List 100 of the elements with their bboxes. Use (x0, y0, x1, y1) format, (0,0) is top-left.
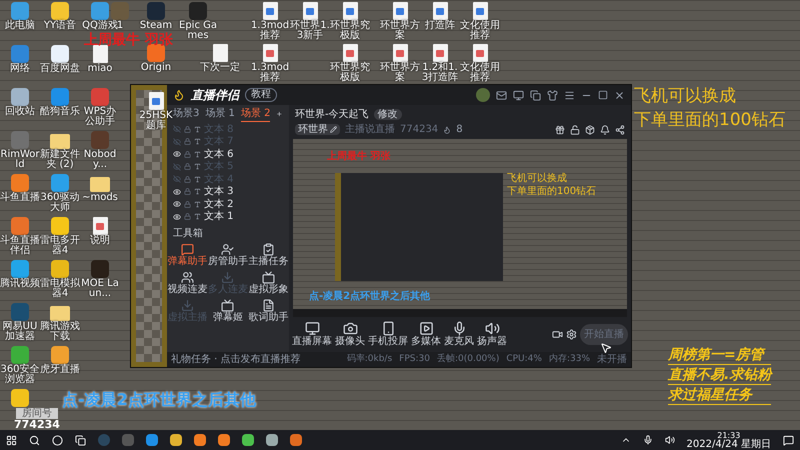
shirt-icon[interactable] (547, 90, 558, 100)
gift-icon[interactable] (555, 124, 565, 134)
download-icon (180, 299, 194, 312)
source-button[interactable]: 直播屏幕 (292, 321, 332, 348)
users-icon (180, 271, 194, 284)
layer-item[interactable]: 文本 1 (167, 210, 289, 223)
app-icon[interactable] (194, 434, 206, 446)
record-icon[interactable] (552, 329, 563, 340)
document-icon[interactable] (262, 2, 278, 20)
document-icon[interactable] (432, 44, 448, 62)
tool-button[interactable]: 虚拟形象 (248, 271, 289, 296)
lock-icon[interactable] (184, 188, 191, 196)
edit-button[interactable]: 修改 (374, 109, 402, 120)
task-view-icon[interactable] (75, 434, 86, 446)
app-icon[interactable] (51, 45, 69, 63)
icon-label: 环世界方案 (380, 63, 420, 83)
icon-label: WPS办公助手 (82, 107, 118, 127)
document-icon[interactable] (148, 92, 164, 110)
icon-label: 新建文件夹 (2) (40, 150, 80, 170)
clock[interactable]: 21:33 2022/4/24 星期日 (686, 430, 771, 450)
source-button[interactable]: 扬声器 (477, 321, 507, 348)
icon-label: 1.3mod推荐 (250, 63, 290, 83)
eye-icon[interactable] (173, 188, 181, 196)
document-icon[interactable] (342, 44, 358, 62)
tool-button[interactable]: 弹幕助手 (167, 243, 208, 268)
lock-icon[interactable] (184, 213, 191, 220)
document-icon[interactable] (392, 44, 408, 62)
search-icon[interactable] (29, 434, 40, 446)
windows-icon[interactable] (6, 434, 17, 446)
category-button[interactable]: 环世界 (295, 124, 340, 135)
file-icon[interactable] (212, 44, 228, 62)
icon-label: Origin (140, 63, 172, 73)
copy-icon[interactable] (530, 90, 541, 100)
tool-button[interactable]: 主播任务 (248, 243, 289, 268)
eye-icon[interactable] (173, 150, 181, 158)
tool-button[interactable]: 弹幕姬 (208, 299, 248, 324)
avatar[interactable] (476, 88, 490, 102)
eye-icon[interactable] (173, 212, 181, 221)
caption-text: 飞机可以换成 (507, 172, 568, 185)
scene-tab[interactable]: 场景 1 (205, 106, 235, 122)
speaker-icon[interactable] (664, 435, 675, 445)
share-icon[interactable] (615, 124, 625, 134)
icon-label: QQ游戏 (82, 21, 118, 31)
document-icon[interactable] (262, 44, 278, 62)
app-icon[interactable] (290, 434, 302, 446)
document-icon[interactable] (392, 2, 408, 20)
tutorial-button[interactable]: 教程 (245, 88, 277, 102)
lock-icon[interactable] (184, 163, 191, 170)
source-button[interactable]: 手机投屏 (368, 321, 408, 348)
source-button[interactable]: 摄像头 (335, 321, 365, 348)
caption-text: 飞机可以换成 (634, 85, 737, 108)
box-icon[interactable] (585, 124, 595, 134)
app-icon[interactable] (266, 434, 278, 446)
layer-name: 文本 2 (204, 198, 234, 210)
document-icon[interactable] (472, 2, 488, 20)
lock-icon[interactable] (184, 150, 191, 158)
room-id: 774234 (400, 123, 438, 137)
tool-button[interactable]: 房管助手 (208, 243, 248, 268)
lock-icon[interactable] (184, 138, 191, 146)
close-icon[interactable] (614, 90, 625, 100)
document-icon[interactable] (432, 2, 448, 20)
scene-tab[interactable]: 场景 2 (240, 106, 270, 122)
tool-button[interactable]: 歌词助手 (248, 299, 289, 324)
add-icon[interactable] (276, 109, 283, 119)
document-icon[interactable] (472, 44, 488, 62)
app-icon[interactable] (218, 434, 230, 446)
app-icon[interactable] (51, 260, 69, 278)
menu-icon[interactable] (564, 90, 575, 100)
document-icon[interactable] (92, 217, 108, 235)
unlock-icon[interactable] (570, 124, 580, 134)
app-icon[interactable] (170, 434, 182, 446)
document-icon[interactable] (342, 2, 358, 20)
caption-text: 周榜第一=房管 (668, 347, 772, 365)
lock-icon[interactable] (184, 200, 191, 208)
bell-icon[interactable] (600, 124, 610, 134)
source-button[interactable]: 麦克风 (444, 321, 474, 348)
app-icon[interactable] (51, 2, 69, 20)
app-icon[interactable] (242, 434, 254, 446)
lock-icon[interactable] (184, 176, 191, 183)
app-icon[interactable] (11, 389, 29, 407)
notification-icon[interactable] (783, 434, 794, 446)
source-button[interactable]: 多媒体 (411, 321, 441, 348)
app-icon[interactable] (51, 217, 69, 235)
layer-item[interactable]: 文本 3 (167, 186, 289, 198)
maximize-icon[interactable] (598, 90, 608, 100)
layer-item[interactable]: 文本 2 (167, 198, 289, 210)
mail-icon[interactable] (496, 90, 507, 100)
settings-icon[interactable] (566, 329, 577, 340)
eye-icon[interactable] (173, 200, 181, 208)
status-text: 未开播 (597, 352, 627, 367)
circle-icon[interactable] (52, 434, 63, 446)
document-icon[interactable] (302, 2, 318, 20)
app-icon[interactable] (146, 434, 158, 446)
microphone-icon[interactable] (642, 435, 653, 445)
lock-icon[interactable] (184, 126, 191, 133)
file-icon[interactable] (92, 45, 108, 63)
layer-item[interactable]: 文本 6 (167, 148, 289, 160)
monitor-icon[interactable] (513, 90, 524, 100)
tool-button[interactable]: 视频连麦 (167, 271, 208, 296)
scene-tab[interactable]: 场景3 (173, 106, 200, 122)
